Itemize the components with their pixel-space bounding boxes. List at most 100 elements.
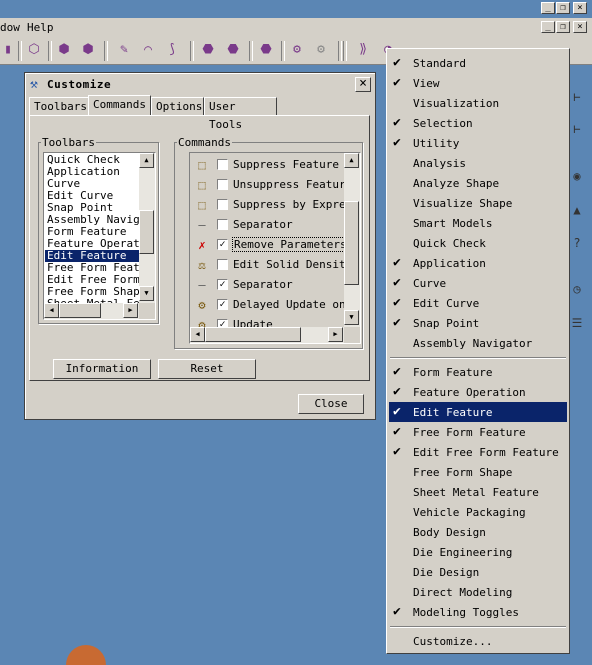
command-row[interactable]: ⚖ Edit Solid Density (190, 255, 346, 275)
select-icon[interactable]: ⬡ (26, 42, 42, 58)
menu-item[interactable]: ✔ Application (389, 253, 567, 273)
menu-window[interactable]: dow (0, 21, 20, 34)
toolbars-hscrollbar[interactable]: ◀ ▶ (44, 303, 139, 319)
feature-icon[interactable]: ⬣ (200, 42, 216, 58)
help-icon[interactable]: ? (568, 234, 586, 252)
assembly2-icon[interactable]: ⬢ (80, 42, 96, 58)
command-row[interactable]: ⬚ Suppress Feature (190, 155, 346, 175)
menu-item[interactable]: ✔ View (389, 73, 567, 93)
toolbar-list-item[interactable]: Curve (45, 178, 139, 190)
menu-item[interactable]: Vehicle Packaging (389, 502, 567, 522)
component2-icon[interactable]: ⚙ (313, 42, 329, 58)
menu-item[interactable]: Free Form Shape (389, 462, 567, 482)
toolbar-list-item[interactable]: Application (45, 166, 139, 178)
dialog-close-button[interactable]: × (355, 77, 371, 92)
scroll-right-button[interactable]: ▶ (123, 303, 138, 318)
toolbars-vscrollbar[interactable]: ▲ ▼ (139, 153, 155, 303)
side-tool-icon[interactable]: ◉ (568, 167, 586, 185)
menu-item[interactable]: Visualize Shape (389, 193, 567, 213)
menu-item[interactable]: Quick Check (389, 233, 567, 253)
scroll-up-button[interactable]: ▲ (344, 153, 359, 168)
layer-icon[interactable]: ▮ (0, 42, 16, 58)
menu-item[interactable]: ✔ Free Form Feature (389, 422, 567, 442)
side-tool-icon[interactable]: ▲ (568, 201, 586, 219)
reset-button[interactable]: Reset (158, 359, 256, 379)
dialog-titlebar[interactable]: ⚒ Customize × (28, 76, 372, 94)
sketch-icon[interactable]: ✎ (116, 42, 132, 58)
toolbars-listbox[interactable]: Quick Check Application Curve Edit Curve Sna… (43, 152, 156, 320)
menu-item[interactable]: ✔ Selection (389, 113, 567, 133)
menu-item[interactable]: ✔ Utility (389, 133, 567, 153)
update-icon[interactable]: ⬣ (258, 42, 274, 58)
toolbar-list-item[interactable]: Assembly Navigat (45, 214, 139, 226)
scroll-thumb[interactable] (139, 210, 154, 254)
menu-item[interactable]: Analyze Shape (389, 173, 567, 193)
toolbar-list-item[interactable]: Snap Point (45, 202, 139, 214)
feature2-icon[interactable]: ⬣ (225, 42, 241, 58)
tab-commands[interactable]: Commands (88, 95, 151, 116)
command-row[interactable]: ⚙ ✓ Update (190, 315, 346, 327)
doc-close-button[interactable]: × (573, 21, 587, 33)
scroll-down-button[interactable]: ▼ (344, 310, 359, 325)
curve-icon[interactable]: ⌒ (140, 42, 156, 58)
menu-item[interactable]: Die Design (389, 562, 567, 582)
list-icon[interactable]: ☰ (568, 314, 586, 332)
commands-vscrollbar[interactable]: ▲ ▼ (344, 153, 360, 327)
information-button[interactable]: Information (53, 359, 151, 379)
command-checkbox[interactable]: ✓ (217, 299, 228, 310)
assembly-icon[interactable]: ⬢ (56, 42, 72, 58)
scroll-up-button[interactable]: ▲ (139, 153, 154, 168)
menu-item[interactable]: ✔ Standard (389, 53, 567, 73)
app-restore-button[interactable]: ❐ (556, 2, 570, 14)
menu-item[interactable]: ✔ Feature Operation (389, 382, 567, 402)
command-row[interactable]: — Separator (190, 215, 346, 235)
command-checkbox[interactable]: ✓ (217, 239, 228, 250)
tab-options[interactable]: Options (151, 97, 204, 115)
toolbar-list-item[interactable]: Free Form Shape (45, 286, 139, 298)
doc-minimize-button[interactable]: _ (541, 21, 555, 33)
doc-restore-button[interactable]: ❐ (556, 21, 570, 33)
toolbar-list-item[interactable]: Edit Curve (45, 190, 139, 202)
menu-item[interactable]: Smart Models (389, 213, 567, 233)
menu-item[interactable]: ✔ Snap Point (389, 313, 567, 333)
command-checkbox[interactable]: ✓ (217, 319, 228, 327)
toolbar-list-item[interactable]: Feature Operati (45, 238, 139, 250)
fillet-curve-icon[interactable]: ⟆ (164, 42, 180, 58)
command-checkbox[interactable] (217, 159, 228, 170)
tab-toolbars[interactable]: Toolbars (29, 97, 89, 115)
command-row[interactable]: ⚙ ✓ Delayed Update on (190, 295, 346, 315)
command-row[interactable]: — ✓ Separator (190, 275, 346, 295)
scroll-thumb[interactable] (344, 201, 359, 285)
scroll-right-button[interactable]: ▶ (328, 327, 343, 342)
menu-item[interactable]: Sheet Metal Feature (389, 482, 567, 502)
commands-listbox[interactable]: ⬚ Suppress Feature ⬚ Unsuppress Feature ⬚ Sup… (189, 152, 361, 344)
app-minimize-button[interactable]: _ (541, 2, 555, 14)
close-button[interactable]: Close (298, 394, 364, 414)
scroll-thumb[interactable] (205, 327, 301, 342)
menu-item[interactable]: Direct Modeling (389, 582, 567, 602)
customize-menu-item[interactable]: Customize... (389, 631, 567, 651)
command-checkbox[interactable] (217, 219, 228, 230)
menu-help[interactable]: Help (27, 21, 54, 34)
scroll-left-button[interactable]: ◀ (190, 327, 205, 342)
toolbar-list-item[interactable]: Edit Feature (45, 250, 139, 262)
tab-user-tools[interactable]: User Tools (204, 97, 277, 131)
scroll-down-button[interactable]: ▼ (139, 286, 154, 301)
command-row[interactable]: ⬚ Suppress by Expres (190, 195, 346, 215)
menu-item[interactable]: ✔ Edit Free Form Feature (389, 442, 567, 462)
toolbar-list-item[interactable]: Edit Free Form F (45, 274, 139, 286)
side-tool-icon[interactable]: ⊢ (568, 88, 586, 106)
command-checkbox[interactable]: ✓ (217, 279, 228, 290)
command-checkbox[interactable] (217, 179, 228, 190)
menu-item[interactable]: ✔ Edit Curve (389, 293, 567, 313)
menu-item[interactable]: ✔ Edit Feature (389, 402, 567, 422)
menu-item[interactable]: Visualization (389, 93, 567, 113)
clock-icon[interactable]: ◷ (568, 280, 586, 298)
extrude-icon[interactable]: ⟫ (355, 42, 371, 58)
menu-item[interactable]: ✔ Curve (389, 273, 567, 293)
menu-item[interactable]: ✔ Modeling Toggles (389, 602, 567, 622)
menu-item[interactable]: Die Engineering (389, 542, 567, 562)
menu-item[interactable]: Analysis (389, 153, 567, 173)
scroll-thumb[interactable] (59, 303, 101, 318)
toolbar-list-item[interactable]: Form Feature (45, 226, 139, 238)
